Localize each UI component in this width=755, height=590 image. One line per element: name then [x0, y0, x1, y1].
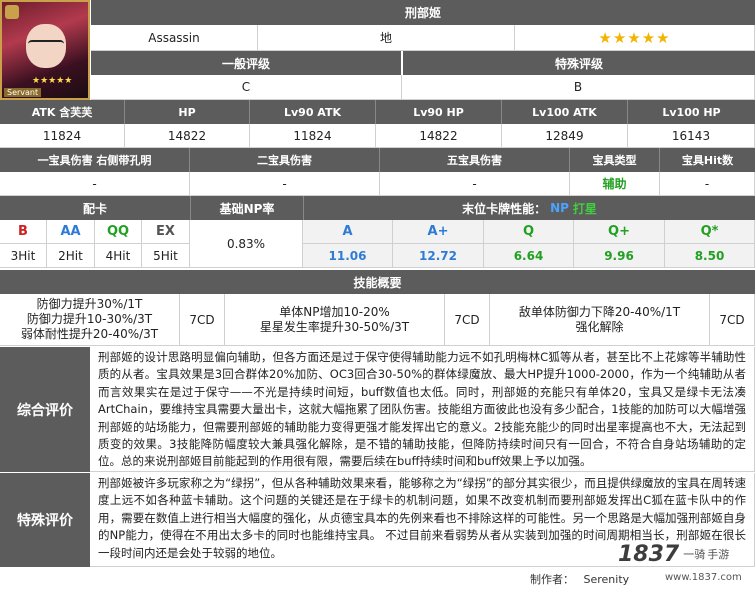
portrait-glasses	[28, 40, 64, 48]
np-header: 五宝具伤害	[380, 148, 570, 172]
np-rate-value: 0.83%	[190, 220, 303, 268]
np-value: -	[380, 172, 570, 196]
deck-row: 配卡 B AA QQ EX 3Hit 2Hit 4Hit 5Hit 基础NP率 …	[0, 196, 755, 268]
special-rating-label: 特殊评级	[403, 51, 755, 75]
servant-badge: Servant	[4, 88, 42, 97]
skill-2-line: 单体NP增加10-20%	[279, 304, 390, 319]
final-card: A	[303, 220, 393, 244]
overall-label: 综合评价	[0, 347, 90, 472]
final-np-label: NP	[550, 201, 569, 215]
stat-value: 11824	[250, 124, 376, 148]
attribute: 地	[258, 25, 515, 51]
author-name: Serenity	[583, 573, 630, 586]
servant-portrait: ★★★★★ Servant	[0, 0, 90, 100]
watermark-logo: 1837 一骑 手游	[618, 538, 748, 570]
np-header: 宝具Hit数	[660, 148, 755, 172]
stat-header: ATK 含芙芙	[0, 100, 125, 124]
watermark-text-b: 手游	[707, 548, 730, 561]
stat-header: Lv100 HP	[628, 100, 755, 124]
np-header: 宝具类型	[570, 148, 660, 172]
final-card-label: 末位卡牌性能：	[462, 201, 547, 216]
skill-2-cd: 7CD	[445, 294, 490, 346]
np-value: -	[0, 172, 190, 196]
final-card-value: 6.64	[484, 244, 574, 268]
np-header: 一宝具伤害 右侧带孔明	[0, 148, 190, 172]
deck-hits: 3Hit	[0, 244, 47, 268]
stats-row: ATK 含芙芙 HP Lv90 ATK Lv90 HP Lv100 ATK Lv…	[0, 100, 755, 148]
final-card: Q	[484, 220, 574, 244]
watermark-text-a: 一骑	[683, 548, 706, 561]
stat-value: 16143	[628, 124, 755, 148]
skills-row: 防御力提升30%/1T 防御力提升10-30%/3T 弱体耐性提升20-40%/…	[0, 294, 755, 346]
final-card-value: 12.72	[393, 244, 484, 268]
deck-card: QQ	[95, 220, 142, 244]
class-name: Assassin	[91, 25, 258, 51]
skill-1-line: 弱体耐性提升20-40%/3T	[20, 327, 159, 341]
servant-name: 刑部姬	[91, 0, 755, 25]
general-rating-value: C	[91, 75, 402, 100]
class-icon	[5, 5, 19, 19]
skill-1-cd: 7CD	[180, 294, 225, 346]
author-label: 制作者：	[530, 573, 574, 586]
np-row: 一宝具伤害 右侧带孔明 二宝具伤害 五宝具伤害 宝具类型 宝具Hit数 - - …	[0, 148, 755, 196]
skill-3: 敌单体防御力下降20-40%/1T 强化解除	[490, 294, 710, 346]
site-url: www.1837.com	[665, 572, 742, 583]
final-star-label: 打星	[572, 201, 597, 216]
servant-sheet: ★★★★★ Servant 刑部姬 Assassin 地 ★★★★★ 一般评级 …	[0, 0, 755, 590]
np-type-value: 辅助	[570, 172, 660, 196]
final-card-value: 9.96	[574, 244, 665, 268]
stat-header: Lv90 HP	[376, 100, 502, 124]
stat-header: HP	[125, 100, 250, 124]
np-rate-label: 基础NP率	[190, 196, 303, 220]
final-card-value: 11.06	[303, 244, 393, 268]
deck-hits: 5Hit	[142, 244, 190, 268]
skill-3-line: 强化解除	[575, 319, 624, 334]
special-label: 特殊评价	[0, 473, 90, 567]
overall-text: 刑部姬的设计思路明显偏向辅助，但各方面还是过于保守使得辅助能力远不如孔明梅林C狐…	[90, 347, 755, 472]
skill-2-line: 星星发生率提升30-50%/3T	[259, 319, 410, 334]
final-card-value: 8.50	[665, 244, 755, 268]
skill-3-cd: 7CD	[710, 294, 755, 346]
skills-header: 技能概要	[0, 270, 755, 294]
skill-3-line: 敌单体防御力下降20-40%/1T	[518, 304, 681, 319]
special-rating-value: B	[402, 75, 755, 100]
stat-value: 12849	[502, 124, 628, 148]
rarity-stars: ★★★★★	[515, 25, 755, 51]
stat-value: 14822	[125, 124, 250, 148]
deck-hits: 4Hit	[95, 244, 142, 268]
np-value: -	[660, 172, 755, 196]
skill-1-line: 防御力提升30%/1T	[36, 297, 143, 311]
stat-value: 11824	[0, 124, 125, 148]
footer: 制作者： Serenity www.1837.com	[0, 567, 755, 590]
watermark-number: 1837	[618, 541, 680, 567]
deck-label: 配卡	[0, 196, 190, 220]
np-value: -	[190, 172, 380, 196]
deck-card: B	[0, 220, 47, 244]
portrait-stars: ★★★★★	[32, 76, 73, 86]
final-card: A+	[393, 220, 484, 244]
general-rating-label: 一般评级	[91, 51, 401, 75]
stat-header: Lv100 ATK	[502, 100, 628, 124]
skill-2: 单体NP增加10-20% 星星发生率提升30-50%/3T	[225, 294, 445, 346]
stat-value: 14822	[376, 124, 502, 148]
author-credit: 制作者： Serenity	[530, 571, 629, 587]
deck-card: AA	[47, 220, 95, 244]
np-header: 二宝具伤害	[190, 148, 380, 172]
deck-card: EX	[142, 220, 190, 244]
skill-1-line: 防御力提升10-30%/3T	[26, 312, 153, 326]
final-card: Q+	[574, 220, 665, 244]
final-card: Q*	[665, 220, 755, 244]
final-card-header: 末位卡牌性能： NP 打星	[303, 196, 755, 220]
stat-header: Lv90 ATK	[250, 100, 376, 124]
skill-1: 防御力提升30%/1T 防御力提升10-30%/3T 弱体耐性提升20-40%/…	[0, 294, 180, 346]
deck-hits: 2Hit	[47, 244, 95, 268]
